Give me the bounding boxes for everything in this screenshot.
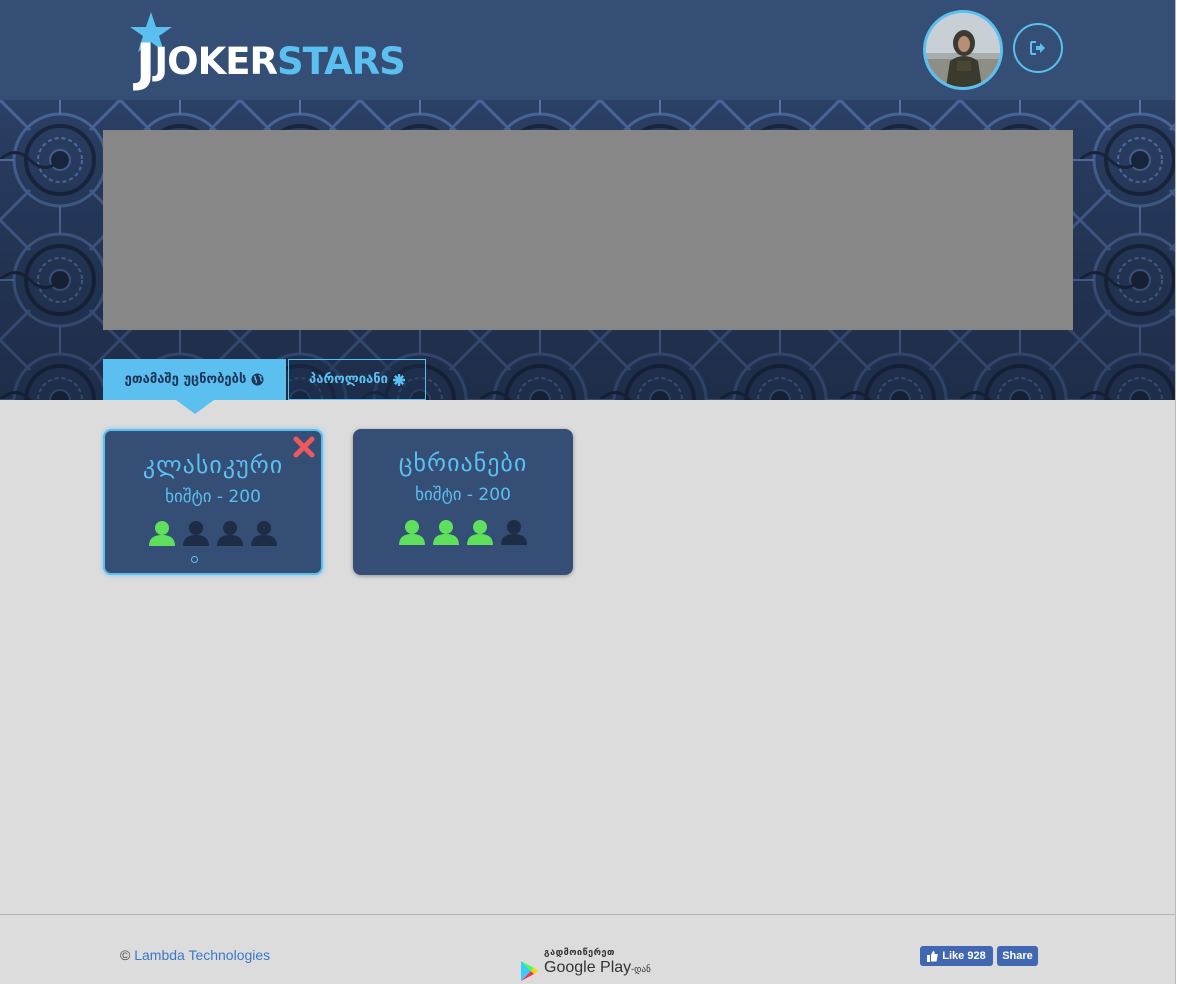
gplay-store-name: Google Play-დან bbox=[544, 959, 651, 976]
sign-out-icon bbox=[1030, 41, 1045, 55]
share-label: Share bbox=[1002, 950, 1033, 962]
table-card-nines[interactable]: ცხრიანები ხიშტი - 200 bbox=[353, 429, 573, 575]
player-filled-icon bbox=[399, 520, 425, 545]
close-icon[interactable] bbox=[292, 435, 316, 459]
hero-banner: ეთამაშე უცნობებს პაროლიანი bbox=[0, 100, 1175, 400]
player-filled-icon bbox=[149, 521, 175, 546]
player-empty-icon bbox=[183, 521, 209, 546]
like-count-label: Like 928 bbox=[942, 950, 986, 962]
gplay-download-text: გადმოიწერეთ bbox=[544, 948, 615, 958]
player-empty-icon bbox=[501, 520, 527, 545]
logout-button[interactable] bbox=[1013, 23, 1063, 73]
player-slots bbox=[353, 519, 573, 545]
page-footer: © Lambda Technologies გადმოიწერეთ Google… bbox=[0, 914, 1175, 984]
ad-placeholder[interactable] bbox=[103, 130, 1073, 330]
player-empty-icon bbox=[251, 521, 277, 546]
facebook-like-button[interactable]: Like 928 bbox=[920, 946, 993, 966]
facebook-share-button[interactable]: Share bbox=[997, 946, 1038, 966]
top-header: JJOKERSTARS bbox=[0, 0, 1175, 100]
copyright-symbol: © bbox=[120, 947, 131, 963]
tab-label: ეთამაშე უცნობებს bbox=[124, 372, 247, 387]
company-link[interactable]: Lambda Technologies bbox=[134, 947, 270, 963]
table-title: კლასიკური bbox=[142, 451, 284, 479]
table-bet: ხიშტი - 200 bbox=[415, 485, 511, 505]
tab-password-protected[interactable]: პაროლიანი bbox=[288, 359, 426, 400]
jokerstars-logo[interactable]: JJOKERSTARS bbox=[130, 12, 406, 92]
copyright-text: © Lambda Technologies bbox=[120, 947, 270, 963]
waiting-indicator bbox=[191, 556, 198, 563]
asterisk-icon bbox=[392, 373, 405, 386]
table-title: ცხრიანები bbox=[398, 449, 528, 477]
google-play-icon bbox=[521, 961, 538, 981]
active-tab-pointer bbox=[176, 400, 214, 414]
table-card-classic[interactable]: კლასიკური ხიშტი - 200 bbox=[103, 429, 323, 575]
globe-icon bbox=[251, 373, 264, 386]
player-slots bbox=[105, 520, 321, 546]
avatar-photo bbox=[926, 13, 1000, 87]
player-empty-icon bbox=[217, 521, 243, 546]
tab-label: პაროლიანი bbox=[309, 372, 388, 387]
player-filled-icon bbox=[467, 520, 493, 545]
user-avatar[interactable] bbox=[923, 10, 1003, 90]
google-play-badge[interactable]: გადმოიწერეთ Google Play-დან bbox=[519, 948, 659, 982]
logo-wordmark: JJOKERSTARS bbox=[136, 33, 406, 93]
player-filled-icon bbox=[433, 520, 459, 545]
tab-play-with-strangers[interactable]: ეთამაშე უცნობებს bbox=[103, 359, 286, 400]
thumbs-up-icon bbox=[927, 950, 939, 962]
table-bet: ხიშტი - 200 bbox=[165, 487, 261, 507]
